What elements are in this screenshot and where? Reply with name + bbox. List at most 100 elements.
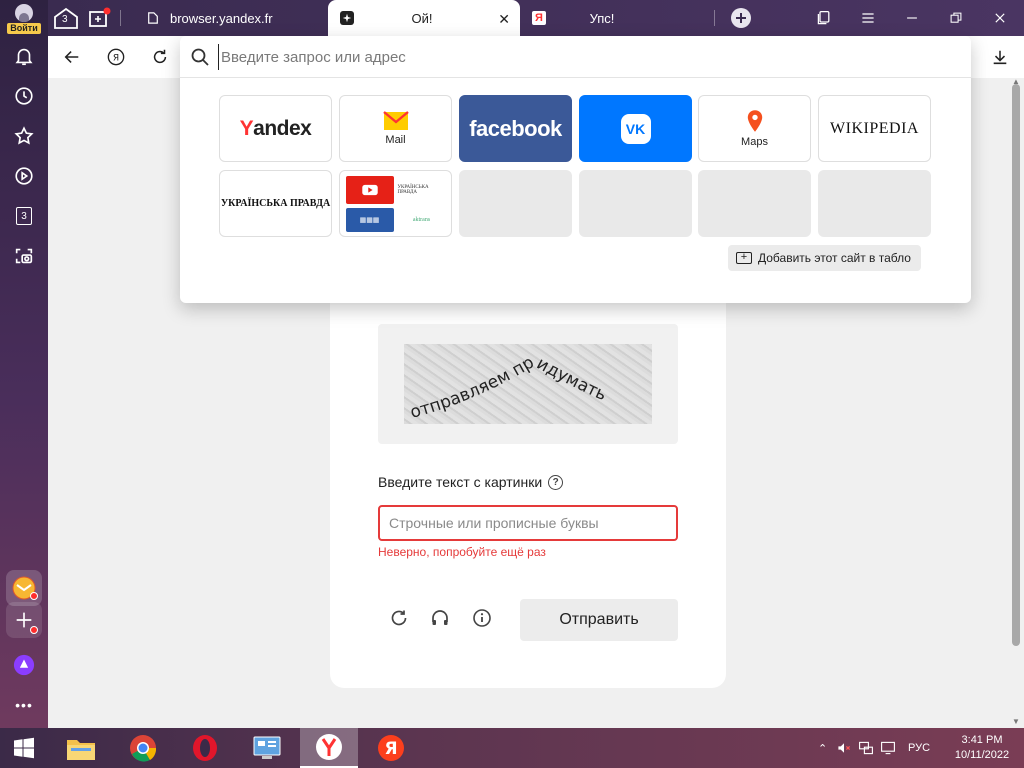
yandex-logo: Yandex xyxy=(239,116,312,140)
downloads-button[interactable] xyxy=(987,44,1013,70)
captcha-image-container: отправляем придумать xyxy=(378,324,678,444)
login-button[interactable]: Войти xyxy=(6,4,42,34)
volume-muted-icon[interactable] xyxy=(836,740,852,756)
bell-icon[interactable] xyxy=(9,41,39,71)
tabs-counter: 3 xyxy=(16,207,32,225)
tile-empty[interactable] xyxy=(818,170,931,237)
tab-ups[interactable]: Я Упс! xyxy=(528,0,718,36)
play-icon[interactable] xyxy=(9,161,39,191)
reload-button[interactable] xyxy=(147,44,173,70)
clock-time: 3:41 PM xyxy=(961,734,1003,746)
tile-wikipedia[interactable]: WIKIPEDIA xyxy=(818,95,931,162)
windows-logo-icon xyxy=(14,737,34,759)
audio-captcha-button[interactable] xyxy=(429,607,451,629)
add-site-label: Добавить этот сайт в табло xyxy=(758,251,911,265)
scrollbar[interactable]: ▲ ▼ xyxy=(1008,78,1024,728)
tab-groups-button[interactable]: 3 xyxy=(52,6,80,30)
control-panel-button[interactable] xyxy=(238,728,296,768)
submit-button[interactable]: Отправить xyxy=(520,599,678,641)
close-icon[interactable]: ✕ xyxy=(498,11,510,28)
tile-empty[interactable] xyxy=(579,170,692,237)
clock-date: 10/11/2022 xyxy=(954,749,1010,761)
sidebar-app-mail[interactable] xyxy=(6,570,42,606)
yandex-button[interactable]: Я xyxy=(362,728,420,768)
notification-dot xyxy=(30,592,38,600)
folder-preview: УКРАЇНСЬКА ПРАВДА ▦▦▦ aktrans xyxy=(345,175,446,232)
tab-groups-count: 3 xyxy=(62,14,68,25)
tile-empty[interactable] xyxy=(698,170,811,237)
screenshot-icon[interactable] xyxy=(9,241,39,271)
tile-vk[interactable]: VK xyxy=(579,95,692,162)
tile-facebook[interactable]: facebook xyxy=(459,95,572,162)
clock[interactable]: 3:41 PM 10/11/2022 xyxy=(944,733,1020,763)
tile-maps[interactable]: Maps xyxy=(698,95,811,162)
captcha-field-label: Введите текст с картинки ? xyxy=(378,474,564,490)
refresh-captcha-button[interactable] xyxy=(388,607,410,629)
help-icon[interactable]: ? xyxy=(548,474,564,490)
youtube-icon xyxy=(345,175,394,204)
add-tab-icon xyxy=(89,7,111,27)
sidebar-add-button[interactable] xyxy=(6,602,42,638)
headphones-icon xyxy=(432,610,448,625)
chrome-button[interactable] xyxy=(114,728,172,768)
avatar-icon xyxy=(15,4,33,22)
yandex-home-button[interactable]: Я xyxy=(103,44,129,70)
tile-empty[interactable] xyxy=(459,170,572,237)
error-message: Неверно, попробуйте ещё раз xyxy=(378,545,546,559)
scroll-down-arrow[interactable]: ▼ xyxy=(1012,718,1020,726)
spark-icon xyxy=(340,11,354,25)
search-icon xyxy=(191,48,209,66)
captcha-card: отправляем придумать Введите текст с кар… xyxy=(330,278,726,688)
tile-ukrainska-pravda[interactable]: УКРАЇНСЬКА ПРАВДА xyxy=(219,170,332,237)
tab-oi[interactable]: Ой! ✕ xyxy=(328,0,520,36)
alice-icon[interactable] xyxy=(9,650,39,680)
info-icon xyxy=(473,609,491,627)
tabs-counter-icon[interactable]: 3 xyxy=(9,201,39,231)
tray-chevron-icon[interactable]: ⌃ xyxy=(818,742,830,755)
history-icon[interactable] xyxy=(9,81,39,111)
vk-logo-icon: VK xyxy=(620,113,651,144)
language-indicator[interactable]: РУС xyxy=(908,742,930,754)
taskbar: Я ⌃ РУС 3:41 PM 10/11/2022 xyxy=(0,728,1024,768)
tab-label: browser.yandex.fr xyxy=(170,10,273,26)
collections-button[interactable] xyxy=(804,0,844,36)
scroll-thumb[interactable] xyxy=(1012,84,1020,646)
address-input[interactable] xyxy=(218,44,938,70)
close-window-button[interactable] xyxy=(980,0,1020,36)
notification-dot xyxy=(30,626,38,634)
tile-yandex[interactable]: Yandex xyxy=(219,95,332,162)
opera-button[interactable] xyxy=(176,728,234,768)
restore-button[interactable] xyxy=(936,0,976,36)
captcha-input[interactable] xyxy=(378,505,678,541)
tile-folder[interactable]: УКРАЇНСЬКА ПРАВДА ▦▦▦ aktrans xyxy=(339,170,452,237)
mail-envelope-icon xyxy=(382,111,409,130)
tile-mail[interactable]: Mail xyxy=(339,95,452,162)
more-icon[interactable]: ••• xyxy=(9,690,39,720)
minimize-button[interactable] xyxy=(892,0,932,36)
new-tab-group-button[interactable] xyxy=(86,6,114,30)
omnibox-dropdown: Yandex Mail facebook VK Maps WIKIPEDIA У… xyxy=(180,36,971,303)
display-icon[interactable] xyxy=(880,740,896,756)
tab-browser-yandex[interactable]: browser.yandex.fr xyxy=(130,0,320,36)
menu-button[interactable] xyxy=(848,0,888,36)
info-button[interactable] xyxy=(471,607,493,629)
network-icon[interactable] xyxy=(858,740,874,756)
tab-separator xyxy=(120,10,121,26)
add-site-button[interactable]: + Добавить этот сайт в табло xyxy=(728,245,921,271)
new-tab-button[interactable] xyxy=(727,6,755,30)
yandex-browser-button[interactable] xyxy=(300,728,358,768)
add-icon: + xyxy=(736,252,752,264)
tab-separator xyxy=(714,10,715,26)
back-button[interactable] xyxy=(59,44,85,70)
opera-icon xyxy=(193,735,217,761)
file-explorer-button[interactable] xyxy=(52,728,110,768)
star-icon[interactable] xyxy=(9,121,39,151)
start-button[interactable] xyxy=(0,728,48,768)
reload-icon xyxy=(153,49,167,64)
svg-text:отправляем придумать: отправляем придумать xyxy=(408,352,610,422)
tile-label: Maps xyxy=(741,136,768,148)
site-icon: ▦▦▦ xyxy=(345,207,394,232)
folder-item-label: УКРАЇНСЬКА ПРАВДА xyxy=(397,175,446,204)
yandex-y-icon: Я xyxy=(532,11,546,25)
sidebar: Войти 3 ••• xyxy=(0,0,48,728)
